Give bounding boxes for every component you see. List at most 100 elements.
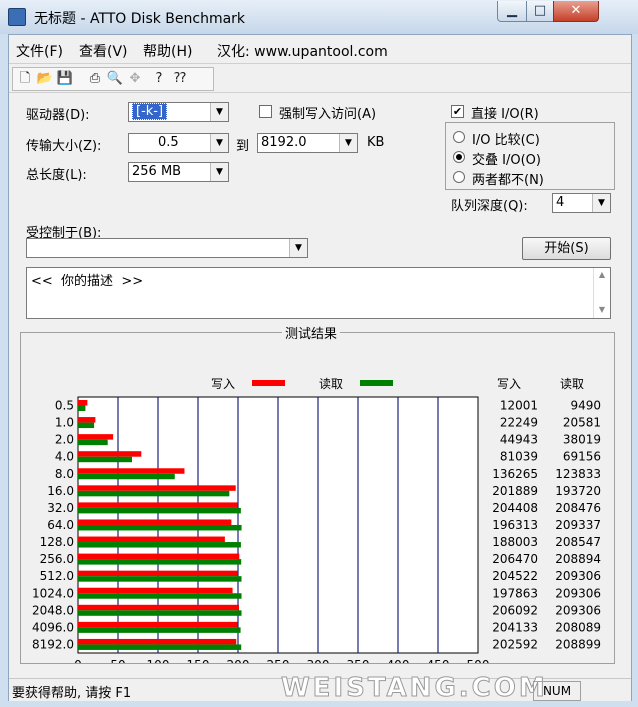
print-preview-icon[interactable]: 🔍 bbox=[106, 70, 124, 88]
write-bar bbox=[78, 485, 236, 491]
watermark: WEISTANG.COM bbox=[281, 673, 548, 704]
category-label: 8.0 bbox=[55, 467, 74, 481]
read-value: 208547 bbox=[555, 535, 601, 549]
read-bar bbox=[78, 422, 95, 429]
x-tick-label: 400 bbox=[387, 658, 410, 663]
category-label: 4.0 bbox=[55, 450, 74, 464]
category-label: 2.0 bbox=[55, 433, 74, 447]
read-value: 209306 bbox=[555, 586, 601, 600]
legend-read-swatch bbox=[360, 380, 393, 386]
x-tick-label: 150 bbox=[187, 658, 210, 663]
menu-localization[interactable]: 汉化: www.upantool.com bbox=[217, 41, 388, 61]
write-value: 202592 bbox=[492, 637, 538, 651]
chevron-down-icon: ▼ bbox=[210, 103, 228, 121]
maximize-button[interactable]: □ bbox=[526, 1, 554, 22]
write-value: 206470 bbox=[492, 552, 538, 566]
write-bar bbox=[78, 604, 240, 611]
write-value: 196313 bbox=[492, 518, 538, 532]
menu-bar: 文件(F) 查看(V) 帮助(H) 汉化: www.upantool.com bbox=[9, 35, 631, 63]
write-value: 44943 bbox=[500, 433, 538, 447]
scroll-down-icon: ▼ bbox=[598, 305, 606, 314]
open-icon[interactable]: 📂 bbox=[36, 70, 54, 88]
x-tick-label: 0 bbox=[74, 658, 82, 663]
io-overlap-radio[interactable] bbox=[453, 151, 465, 163]
legend-write-label: 写入 bbox=[211, 377, 235, 391]
category-label: 32.0 bbox=[47, 501, 74, 515]
category-label: 512.0 bbox=[40, 569, 74, 583]
close-button[interactable]: ✕ bbox=[553, 1, 599, 22]
description-textarea[interactable]: << 你的描述 >> ▲ ▼ bbox=[26, 267, 611, 319]
queue-depth-value: 4 bbox=[556, 195, 565, 210]
read-value: 69156 bbox=[563, 450, 601, 464]
write-column-header: 写入 bbox=[497, 377, 521, 391]
read-value: 20581 bbox=[563, 416, 601, 430]
read-bar bbox=[78, 610, 242, 616]
write-bar bbox=[78, 417, 96, 423]
transfer-to-value: 8192.0 bbox=[261, 135, 307, 150]
status-bar: 要获得帮助, 请按 F1 WEISTANG.COM NUM bbox=[9, 673, 631, 704]
legend-write-swatch bbox=[252, 380, 285, 386]
drive-select[interactable]: [-k-] ▼ bbox=[128, 102, 229, 122]
transfer-from-select[interactable]: 0.5 ▼ bbox=[128, 133, 229, 153]
read-bar bbox=[78, 524, 242, 531]
read-bar bbox=[78, 439, 108, 446]
results-chart: 050100150200250300350400450500传输速率 - MB … bbox=[32, 377, 601, 663]
io-neither-radio[interactable] bbox=[453, 171, 465, 183]
total-length-select[interactable]: 256 MB ▼ bbox=[128, 162, 229, 182]
read-value: 9490 bbox=[570, 399, 601, 413]
context-help-icon[interactable]: ⁇ bbox=[171, 70, 189, 88]
read-value: 193720 bbox=[555, 484, 601, 498]
read-bar bbox=[78, 490, 230, 497]
direct-io-checkbox[interactable]: ✔ bbox=[451, 105, 464, 118]
write-bar bbox=[78, 451, 142, 457]
x-tick-label: 450 bbox=[427, 658, 450, 663]
read-bar bbox=[78, 644, 242, 650]
io-compare-radio[interactable] bbox=[453, 131, 465, 143]
help-icon[interactable]: ? bbox=[150, 70, 168, 88]
legend-read-label: 读取 bbox=[319, 377, 343, 391]
read-value: 38019 bbox=[563, 433, 601, 447]
start-button[interactable]: 开始(S) bbox=[522, 237, 611, 260]
io-overlap-label: 交叠 I/O(O) bbox=[472, 153, 541, 168]
menu-view[interactable]: 查看(V) bbox=[79, 41, 128, 61]
queue-depth-select[interactable]: 4 ▼ bbox=[552, 193, 611, 213]
write-bar bbox=[78, 587, 233, 594]
write-value: 12001 bbox=[500, 399, 538, 413]
read-value: 209306 bbox=[555, 603, 601, 617]
toolbar-group: 🗋 📂 💾 ⎙ 🔍 ✥ ? ⁇ bbox=[12, 67, 214, 91]
read-bar bbox=[78, 627, 241, 633]
write-value: 204133 bbox=[492, 620, 538, 634]
minimize-button[interactable]: ▁ bbox=[497, 1, 527, 22]
move-icon[interactable]: ✥ bbox=[126, 70, 144, 88]
read-value: 208089 bbox=[555, 620, 601, 634]
print-icon[interactable]: ⎙ bbox=[86, 70, 104, 88]
read-value: 123833 bbox=[555, 467, 601, 481]
read-column-header: 读取 bbox=[560, 377, 584, 391]
transfer-to-select[interactable]: 8192.0 ▼ bbox=[257, 133, 358, 153]
description-scrollbar[interactable]: ▲ ▼ bbox=[593, 268, 610, 318]
read-value: 208476 bbox=[555, 501, 601, 515]
chevron-down-icon: ▼ bbox=[339, 134, 357, 152]
client-area: 文件(F) 查看(V) 帮助(H) 汉化: www.upantool.com 🗋… bbox=[8, 34, 632, 704]
menu-file[interactable]: 文件(F) bbox=[16, 41, 63, 61]
x-tick-label: 100 bbox=[147, 658, 170, 663]
results-caption: 测试结果 bbox=[282, 323, 341, 342]
io-compare-label: I/O 比较(C) bbox=[472, 133, 540, 148]
write-value: 204522 bbox=[492, 569, 538, 583]
force-write-checkbox[interactable] bbox=[259, 105, 272, 118]
write-bar bbox=[78, 638, 237, 645]
num-lock-indicator: NUM bbox=[533, 681, 581, 701]
controlled-by-select[interactable]: ▼ bbox=[26, 238, 308, 258]
write-value: 206092 bbox=[492, 603, 538, 617]
save-icon[interactable]: 💾 bbox=[56, 70, 74, 88]
write-bar bbox=[78, 502, 238, 508]
read-bar bbox=[78, 473, 175, 480]
read-bar bbox=[78, 507, 241, 514]
new-icon[interactable]: 🗋 bbox=[16, 70, 34, 88]
read-bar bbox=[78, 542, 241, 548]
io-mode-group: I/O 比较(C) 交叠 I/O(O) 两者都不(N) bbox=[445, 122, 615, 190]
x-tick-label: 350 bbox=[347, 658, 370, 663]
category-label: 256.0 bbox=[40, 552, 74, 566]
results-group: 050100150200250300350400450500传输速率 - MB … bbox=[20, 332, 615, 664]
menu-help[interactable]: 帮助(H) bbox=[143, 41, 192, 61]
